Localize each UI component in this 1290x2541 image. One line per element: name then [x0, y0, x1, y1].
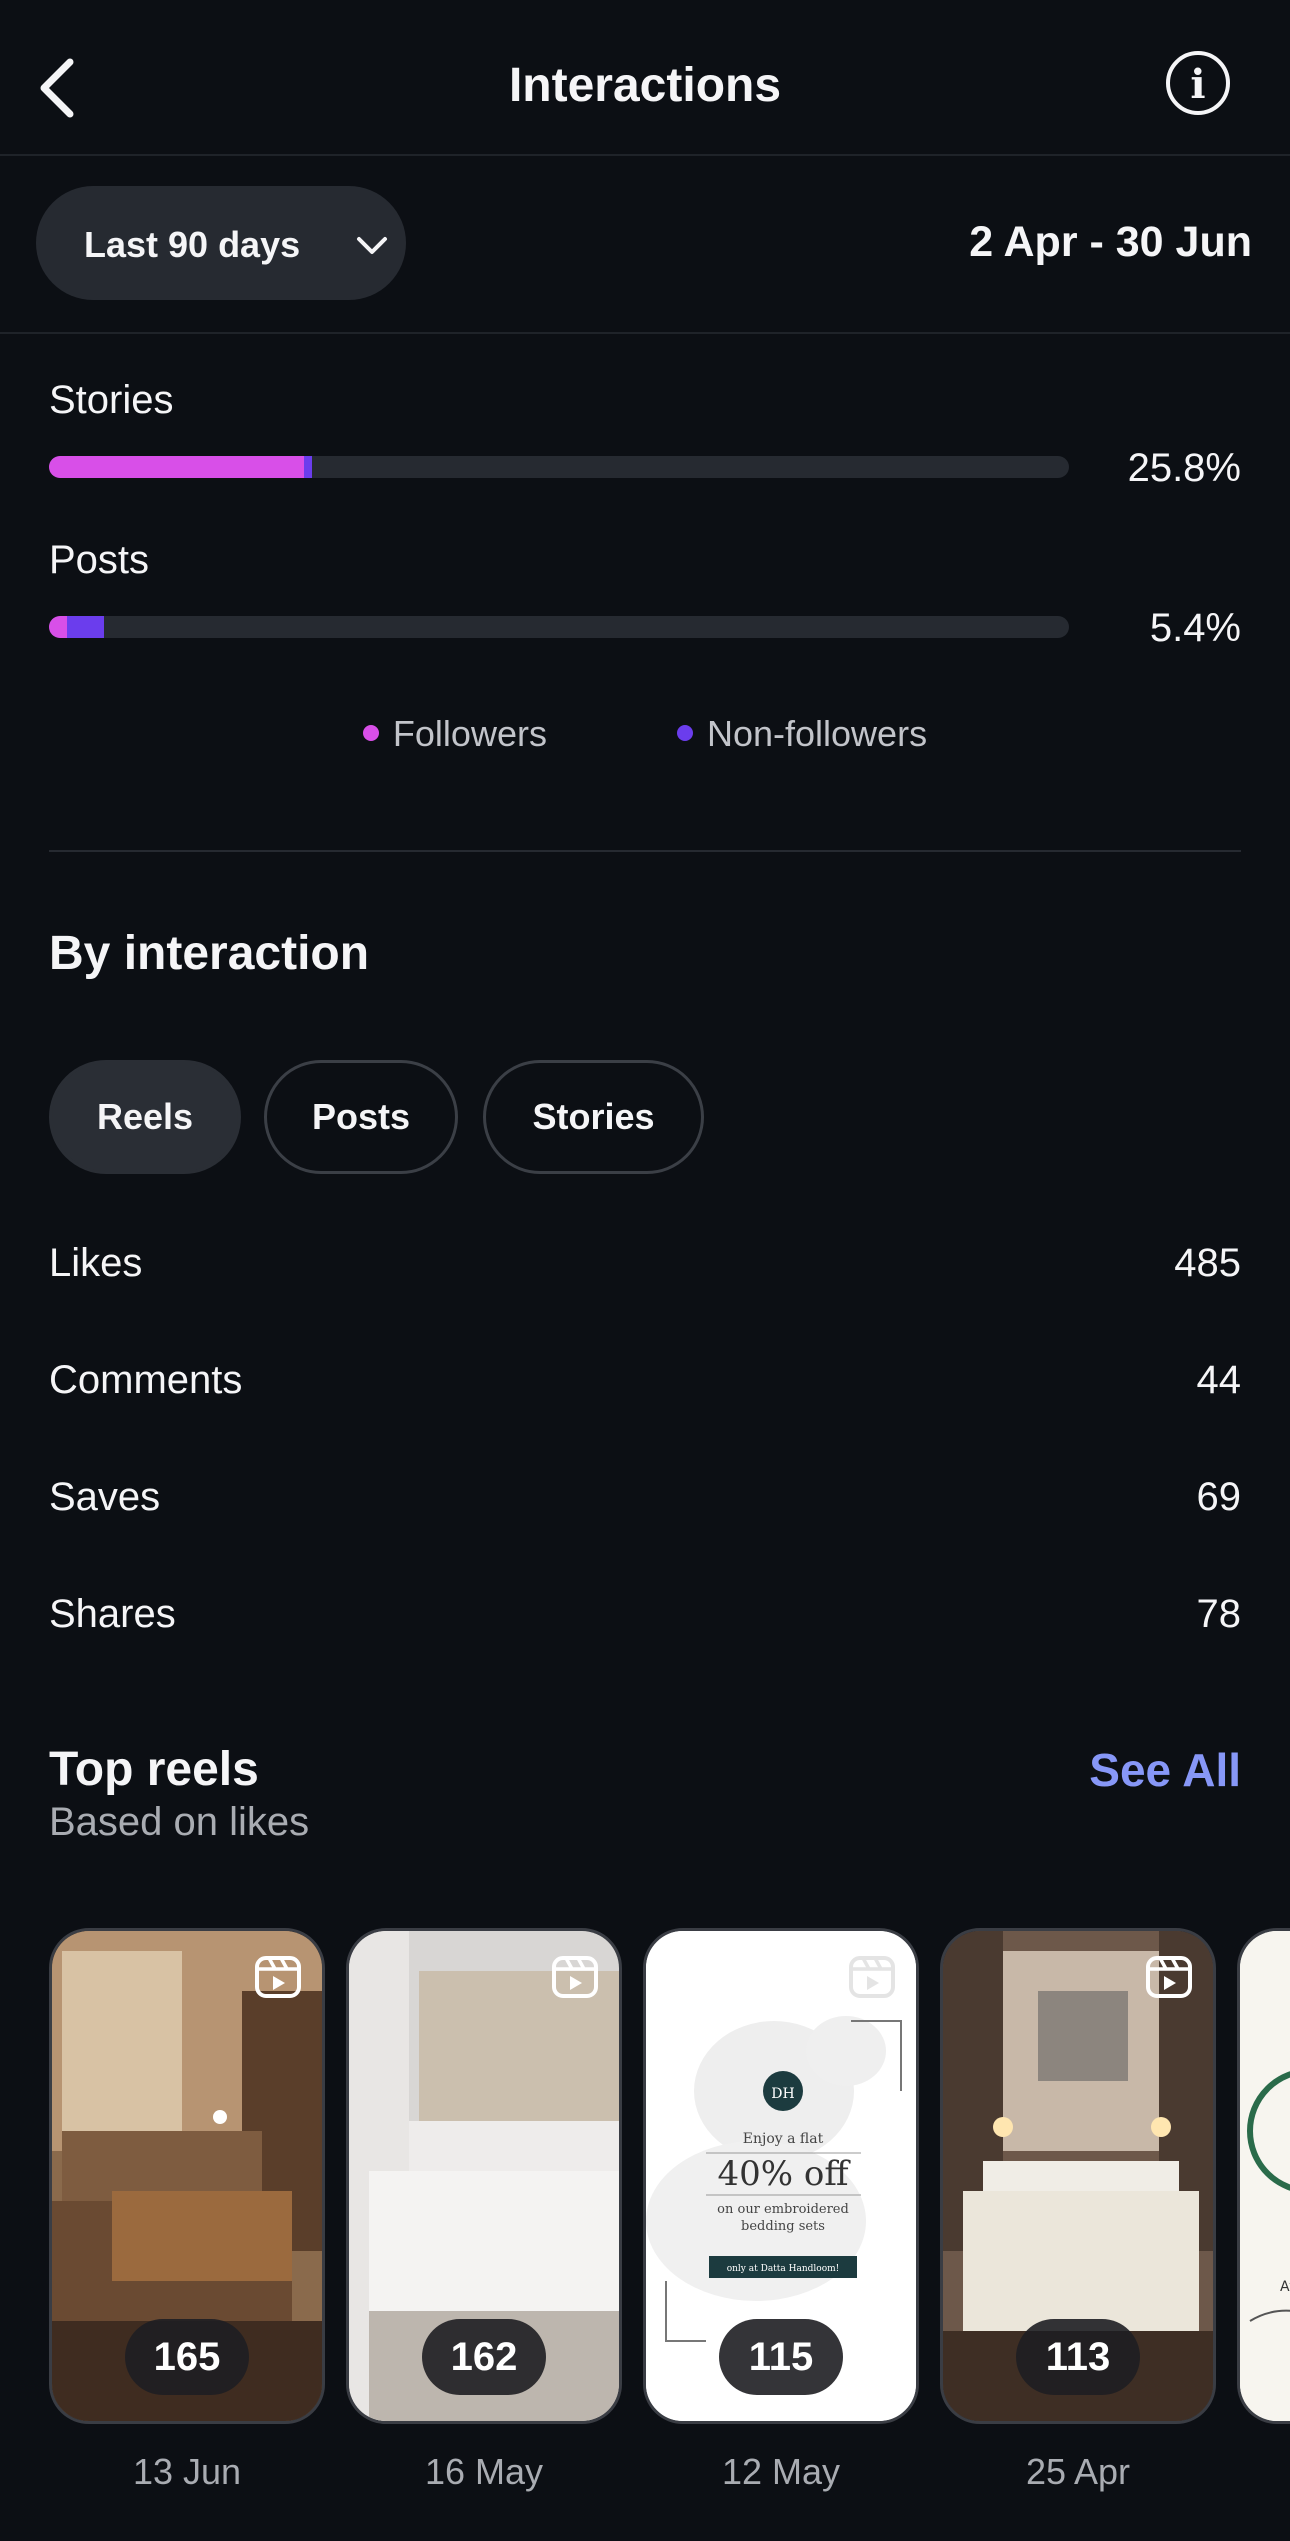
reel-date: 16 May: [424, 2451, 544, 2492]
reel-thumbnail-partial[interactable]: At: [1237, 1928, 1290, 2424]
metric-comments-value: 44: [1196, 1358, 1242, 1402]
reel-like-count: 113: [1016, 2319, 1140, 2395]
legend-non-followers: Non-followers: [676, 713, 928, 755]
reel-thumbnail[interactable]: DH Enjoy a flat 40% off on our embroider…: [643, 1928, 919, 2424]
posts-followers-segment: [49, 616, 68, 638]
filter-bar: Last 90 days 2 Apr - 30 Jun: [0, 154, 1290, 334]
posts-bar: [49, 616, 1069, 638]
metric-shares-value: 78: [1196, 1592, 1242, 1636]
top-reels-subtitle: Based on likes: [49, 1800, 310, 1844]
reel-like-count: 162: [422, 2319, 546, 2395]
stories-followers-segment: [49, 456, 304, 478]
chevron-down-icon: [357, 237, 387, 254]
non-followers-dot-icon: [676, 725, 693, 742]
reel-partial-image: At: [1240, 1931, 1290, 2421]
svg-text:40% off: 40% off: [717, 2154, 851, 2194]
reel-date: 13 Jun: [132, 2451, 242, 2492]
top-nav-bar: Interactions i: [0, 0, 1290, 156]
reel-like-count: 165: [125, 2319, 249, 2395]
date-range-dropdown-label: Last 90 days: [84, 224, 301, 265]
metric-shares-label: Shares: [49, 1592, 176, 1636]
svg-text:At: At: [1280, 2279, 1290, 2295]
reel-icon: [1146, 1956, 1192, 1998]
reel-like-count: 115: [719, 2319, 843, 2395]
svg-text:DH: DH: [771, 2086, 794, 2102]
stories-non-followers-segment: [304, 456, 313, 478]
stories-bar: [49, 456, 1069, 478]
reel-date: 25 Apr: [1025, 2451, 1131, 2492]
date-range-dropdown[interactable]: Last 90 days: [36, 186, 406, 300]
page-title: Interactions: [508, 59, 782, 112]
reel-thumbnail[interactable]: 165: [49, 1928, 325, 2424]
section-divider: [49, 850, 1241, 852]
see-all-link[interactable]: See All: [1089, 1743, 1241, 1797]
legend-followers: Followers: [362, 713, 547, 755]
metric-likes-value: 485: [1174, 1241, 1241, 1285]
tab-reels[interactable]: Reels: [49, 1060, 241, 1174]
by-interaction-title: By interaction: [49, 927, 370, 980]
tab-posts[interactable]: Posts: [264, 1060, 458, 1174]
top-reels-title: Top reels: [49, 1743, 259, 1796]
svg-text:bedding sets: bedding sets: [741, 2219, 825, 2234]
svg-text:only at Datta Handloom!: only at Datta Handloom!: [727, 2264, 840, 2274]
info-icon[interactable]: i: [1166, 51, 1230, 115]
svg-text:Enjoy a flat: Enjoy a flat: [743, 2131, 824, 2147]
legend-non-followers-label: Non-followers: [706, 713, 928, 754]
followers-dot-icon: [362, 725, 379, 742]
posts-non-followers-segment: [67, 616, 105, 638]
metric-comments-label: Comments: [49, 1358, 243, 1402]
reel-thumbnail[interactable]: 113: [940, 1928, 1216, 2424]
reel-date: 12 May: [721, 2451, 841, 2492]
stories-percent: 25.8%: [1127, 446, 1241, 490]
tab-stories[interactable]: Stories: [483, 1060, 704, 1174]
metric-saves-value: 69: [1196, 1475, 1242, 1519]
date-range-text: 2 Apr - 30 Jun: [969, 218, 1252, 266]
reel-icon: [255, 1956, 301, 1998]
legend-followers-label: Followers: [392, 713, 547, 754]
metric-likes-label: Likes: [49, 1241, 143, 1285]
posts-percent: 5.4%: [1149, 606, 1241, 650]
reel-icon: [849, 1956, 895, 1998]
audience-legend: Followers Non-followers: [0, 713, 1290, 755]
reel-thumbnail[interactable]: 162: [346, 1928, 622, 2424]
svg-text:on our embroidered: on our embroidered: [717, 2202, 849, 2217]
stories-bar-label: Stories: [49, 378, 174, 422]
metric-saves-label: Saves: [49, 1475, 161, 1519]
reel-icon: [552, 1956, 598, 1998]
posts-bar-label: Posts: [49, 538, 150, 582]
